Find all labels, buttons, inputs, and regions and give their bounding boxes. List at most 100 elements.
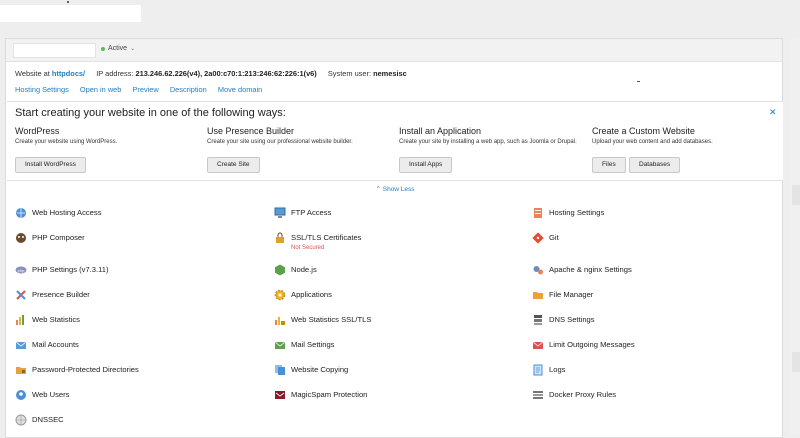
promo-col-title: Install an Application	[399, 126, 482, 136]
logs-icon	[532, 364, 544, 376]
right-side-block	[792, 352, 800, 372]
chevron-down-icon: ⌄	[130, 46, 136, 52]
tool-website-copying[interactable]: Website Copying	[274, 365, 348, 376]
quick-links: Hosting Settings Open in web Preview Des…	[15, 85, 271, 94]
tool-label: Hosting Settings	[549, 208, 605, 217]
tool-label: PHP Composer	[32, 233, 85, 242]
domain-name-box[interactable]	[13, 43, 96, 58]
create-site-button[interactable]: Create Site	[207, 157, 260, 173]
nodejs-icon	[274, 264, 286, 276]
ip-label: IP address:	[96, 69, 134, 78]
padlock-icon	[274, 232, 286, 244]
tool-label: Website Copying	[291, 365, 349, 374]
tool-mail-settings[interactable]: Mail Settings	[274, 340, 334, 351]
tool-logs[interactable]: Logs	[532, 364, 565, 376]
tool-label: Node.js	[291, 265, 317, 274]
promo-col-title: WordPress	[15, 126, 60, 136]
tool-web-users[interactable]: Web Users	[15, 390, 69, 401]
status-label: Active	[108, 45, 128, 52]
promo-col-desc: Upload your web content and add database…	[592, 139, 713, 145]
right-side-panel	[790, 38, 800, 435]
tool-label: Git	[549, 233, 559, 242]
promo-col-wordpress: WordPress Create your website using Word…	[15, 126, 200, 146]
git-icon	[532, 232, 544, 244]
description-link[interactable]: Description	[170, 85, 207, 94]
tool-label: Web Statistics SSL/TLS	[291, 315, 372, 324]
show-less-toggle[interactable]: ⌃ Show Less	[6, 185, 784, 193]
top-search-area[interactable]	[0, 5, 141, 22]
tool-label: File Manager	[549, 290, 594, 299]
tool-web-hosting-access[interactable]: Web Hosting Access	[15, 208, 102, 219]
tool-docker-proxy-rules[interactable]: Docker Proxy Rules	[532, 390, 616, 401]
builder-tools-icon	[15, 289, 27, 301]
tool-apache-nginx-settings[interactable]: Apache & nginx Settings	[532, 265, 632, 276]
tool-label: DNS Settings	[549, 315, 595, 324]
folder-icon	[532, 289, 544, 301]
domain-panel: Active ⌄ Website at httpdocs/ IP address…	[5, 38, 783, 438]
tool-limit-outgoing-messages[interactable]: Limit Outgoing Messages	[532, 340, 635, 351]
docroot-link[interactable]: httpdocs/	[52, 69, 85, 78]
system-user-value: nemesisc	[373, 69, 407, 78]
tool-web-statistics[interactable]: Web Statistics	[15, 315, 80, 326]
copy-pages-icon	[274, 364, 286, 376]
tool-dns-settings[interactable]: DNS Settings	[532, 315, 595, 326]
promo-col-desc: Create your website using WordPress.	[15, 139, 118, 145]
tool-hosting-settings[interactable]: Hosting Settings	[532, 208, 604, 219]
databases-button[interactable]: Databases	[629, 157, 681, 173]
tool-mail-accounts[interactable]: Mail Accounts	[15, 340, 79, 351]
tool-label: Mail Settings	[291, 340, 335, 349]
tool-label: SSL/TLS Certificates	[291, 233, 362, 242]
tool-label: Web Users	[32, 390, 70, 399]
outgoing-mail-limit-icon	[532, 339, 544, 351]
tool-dnssec[interactable]: DNSSEC	[15, 414, 64, 426]
ssl-status-text: Not Secured	[291, 245, 325, 251]
tool-label: Presence Builder	[32, 290, 90, 299]
bar-chart-lock-icon	[274, 314, 286, 326]
tool-php-settings[interactable]: php PHP Settings (v7.3.11)	[15, 265, 109, 276]
system-user-label: System user:	[327, 69, 371, 78]
domain-info: Website at httpdocs/ IP address: 213.246…	[15, 69, 407, 78]
tool-presence-builder[interactable]: Presence Builder	[15, 290, 90, 301]
svg-text:php: php	[18, 268, 25, 273]
tool-label: Applications	[291, 290, 332, 299]
mail-settings-icon	[274, 339, 286, 351]
install-apps-button[interactable]: Install Apps	[399, 157, 453, 173]
tool-label: Web Statistics	[32, 315, 80, 324]
preview-link[interactable]: Preview	[132, 85, 158, 94]
top-bar	[0, 0, 800, 30]
composer-icon	[15, 232, 27, 244]
tool-file-manager[interactable]: File Manager	[532, 290, 593, 301]
move-domain-link[interactable]: Move domain	[218, 85, 262, 94]
tool-label: Mail Accounts	[32, 340, 79, 349]
status-active-dot	[101, 46, 105, 51]
promo-col-desc: Create your site using our professional …	[207, 139, 353, 145]
php-icon: php	[15, 264, 27, 276]
chevron-up-icon: ⌃	[375, 186, 381, 193]
status-dropdown[interactable]: Active ⌄	[101, 45, 135, 52]
dns-icon	[532, 314, 544, 326]
files-button[interactable]: Files	[592, 157, 626, 173]
ftp-monitor-icon	[274, 207, 286, 219]
tool-applications[interactable]: Applications	[274, 289, 332, 301]
promo-col-custom-website: Create a Custom Website Upload your web …	[592, 126, 777, 146]
install-wordpress-button[interactable]: Install WordPress	[15, 157, 86, 173]
tool-magicspam-protection[interactable]: MagicSpam Protection	[274, 390, 367, 401]
tool-php-composer[interactable]: PHP Composer	[15, 233, 85, 244]
tool-ftp-access[interactable]: FTP Access	[274, 207, 331, 219]
tool-web-statistics-ssl[interactable]: Web Statistics SSL/TLS	[274, 315, 371, 326]
tool-password-protected-directories[interactable]: Password-Protected Directories	[15, 365, 139, 376]
tool-ssl-certificates[interactable]: SSL/TLS Certificates Not Secured	[274, 232, 362, 251]
close-icon[interactable]: ✕	[769, 107, 777, 118]
promo-col-title: Create a Custom Website	[592, 126, 695, 136]
tool-label: PHP Settings (v7.3.11)	[32, 265, 109, 274]
open-in-web-link[interactable]: Open in web	[80, 85, 122, 94]
tool-label: Apache & nginx Settings	[549, 265, 632, 274]
hosting-settings-link[interactable]: Hosting Settings	[15, 85, 69, 94]
tool-nodejs[interactable]: Node.js	[274, 264, 317, 276]
envelope-icon	[15, 339, 27, 351]
tool-git[interactable]: Git	[532, 232, 559, 244]
domain-header: Active ⌄	[6, 39, 782, 62]
globe-person-icon	[15, 207, 27, 219]
ip-value: 213.246.62.226(v4), 2a00:c70:1:213:246:6…	[135, 69, 317, 78]
website-at-label: Website at	[15, 69, 50, 78]
